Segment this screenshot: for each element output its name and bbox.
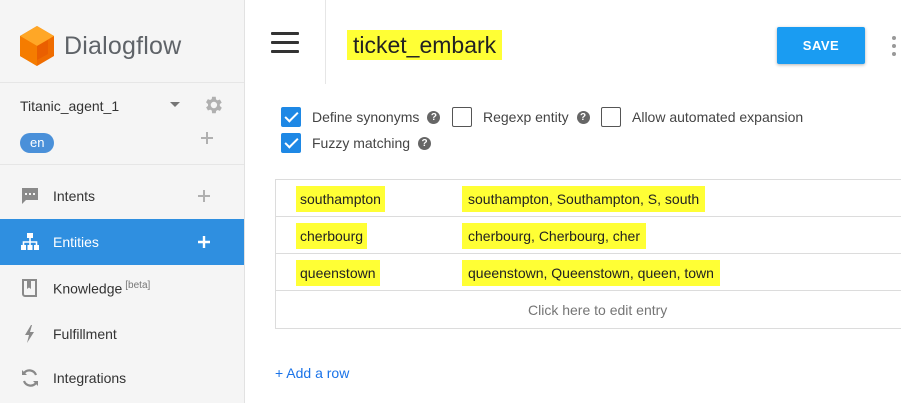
sitemap-icon	[21, 233, 39, 250]
lightning-icon	[25, 325, 34, 343]
sidebar: Dialogflow Titanic_agent_1 en Intents En…	[0, 0, 245, 403]
define-synonyms-label: Define synonyms	[312, 109, 420, 125]
refresh-icon	[22, 369, 38, 387]
help-icon[interactable]: ?	[576, 110, 590, 124]
dialogflow-logo-icon	[20, 26, 54, 66]
book-icon	[22, 279, 37, 297]
entity-title[interactable]: ticket_embark	[347, 30, 503, 60]
regexp-entity-option: Regexp entity ?	[452, 106, 590, 128]
entries-table: southampton southampton, Southampton, S,…	[275, 179, 901, 329]
more-options-icon[interactable]	[891, 36, 897, 56]
brand[interactable]: Dialogflow	[18, 24, 181, 68]
sidebar-item-label: Fulfillment	[53, 326, 117, 342]
allow-expansion-label: Allow automated expansion	[632, 109, 804, 125]
chat-bubble-icon	[22, 188, 38, 204]
table-row[interactable]: southampton southampton, Southampton, S,…	[276, 180, 901, 217]
sidebar-item-label: Knowledge [beta]	[53, 279, 151, 297]
gear-icon[interactable]	[202, 94, 224, 116]
add-row-link[interactable]: + Add a row	[275, 365, 349, 381]
reference-value[interactable]: cherbourg	[296, 223, 368, 249]
sidebar-item-entities[interactable]: Entities	[0, 219, 244, 265]
reference-value[interactable]: southampton	[296, 186, 385, 212]
agent-selector[interactable]: Titanic_agent_1	[20, 94, 224, 118]
language-row: en	[20, 131, 214, 153]
sidebar-item-intents[interactable]: Intents	[0, 173, 244, 219]
divider	[325, 0, 326, 84]
fuzzy-matching-label: Fuzzy matching	[312, 135, 411, 151]
add-language-icon[interactable]	[200, 131, 214, 145]
fuzzy-matching-option: Fuzzy matching ?	[281, 132, 432, 154]
allow-expansion-option: Allow automated expansion	[601, 106, 803, 128]
regexp-entity-label: Regexp entity	[483, 109, 569, 125]
allow-expansion-checkbox[interactable]	[601, 107, 621, 127]
synonyms-list[interactable]: southampton, Southampton, S, south	[462, 186, 706, 212]
add-intent-icon[interactable]	[197, 189, 211, 203]
sidebar-item-knowledge[interactable]: Knowledge [beta]	[0, 265, 244, 311]
reference-value[interactable]: queenstown	[296, 260, 380, 286]
language-badge[interactable]: en	[20, 133, 55, 153]
divider	[0, 82, 244, 83]
beta-badge: [beta]	[125, 279, 151, 291]
help-icon[interactable]: ?	[427, 110, 441, 124]
synonyms-list[interactable]: queenstown, Queenstown, queen, town	[462, 260, 720, 286]
brand-name: Dialogflow	[64, 31, 182, 60]
hamburger-menu-icon[interactable]	[271, 32, 299, 54]
divider	[0, 164, 244, 165]
edit-entry-row[interactable]: Click here to edit entry	[276, 291, 901, 329]
add-entity-icon[interactable]	[197, 235, 211, 249]
table-row[interactable]: cherbourg cherbourg, Cherbourg, cher	[276, 217, 901, 254]
agent-name: Titanic_agent_1	[20, 98, 120, 114]
synonyms-list[interactable]: cherbourg, Cherbourg, cher	[462, 223, 646, 249]
sidebar-item-integrations[interactable]: Integrations	[0, 355, 244, 401]
regexp-entity-checkbox[interactable]	[452, 107, 472, 127]
define-synonyms-option: Define synonyms ?	[281, 106, 441, 128]
table-row[interactable]: queenstown queenstown, Queenstown, queen…	[276, 254, 901, 291]
sidebar-item-label: Integrations	[53, 370, 127, 386]
define-synonyms-checkbox[interactable]	[281, 107, 301, 127]
fuzzy-matching-checkbox[interactable]	[281, 133, 301, 153]
help-icon[interactable]: ?	[418, 136, 432, 150]
header: ticket_embark SAVE	[245, 0, 901, 90]
sidebar-item-label: Entities	[53, 234, 99, 250]
edit-entry-hint: Click here to edit entry	[528, 302, 668, 318]
sidebar-item-label: Intents	[53, 188, 96, 204]
save-button[interactable]: SAVE	[777, 27, 865, 64]
caret-down-icon[interactable]	[170, 102, 180, 107]
sidebar-item-fulfillment[interactable]: Fulfillment	[0, 311, 244, 357]
